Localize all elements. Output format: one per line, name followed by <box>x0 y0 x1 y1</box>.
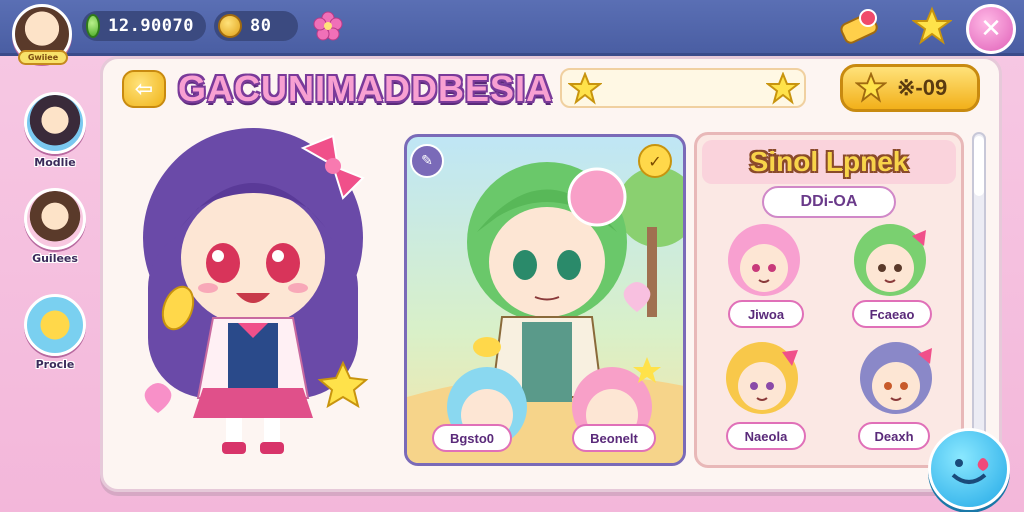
ticket-icon[interactable] <box>838 6 882 46</box>
avatar-badge: Gwiiee <box>18 50 68 65</box>
star-icon <box>568 72 602 105</box>
top-bar: Gwiiee 12.90070 80 ✕ <box>0 0 1024 65</box>
hero-character[interactable] <box>118 118 388 468</box>
star-progress-bar <box>560 68 806 108</box>
character-name-tag: Beonelt <box>572 424 656 452</box>
sidebar-item-label: Procle <box>35 358 75 371</box>
roster-name-tag: Naeola <box>726 422 806 450</box>
roster-character-2[interactable] <box>850 222 930 302</box>
sidebar-item-label: Guilees <box>32 252 78 265</box>
sidebar-item-guilds[interactable]: Guilees <box>20 188 90 265</box>
gem-value: 12.90070 <box>108 16 194 36</box>
roster-name-tag: Deaxh <box>858 422 930 450</box>
profile-icon <box>24 294 86 356</box>
tag-icon[interactable]: ✎ <box>410 144 444 178</box>
back-button[interactable]: ⇦ <box>122 70 166 108</box>
coin-counter[interactable]: 80 <box>214 11 298 41</box>
roster-name-tag: Jiwoa <box>728 300 804 328</box>
gem-counter[interactable]: 12.90070 <box>82 11 206 41</box>
back-arrow-icon: ⇦ <box>134 76 154 102</box>
star-icon <box>766 72 800 105</box>
roster-character-4[interactable] <box>856 340 936 420</box>
close-button[interactable]: ✕ <box>966 4 1016 54</box>
close-icon: ✕ <box>980 14 1002 44</box>
reward-button[interactable]: ※-09 <box>840 64 980 112</box>
roster-character-3[interactable] <box>722 340 802 420</box>
roster-subtitle: DDi-OA <box>762 186 896 218</box>
roster-name-tag: Fcaeao <box>852 300 932 328</box>
sidebar-item-profile[interactable]: Procle <box>20 294 90 371</box>
coin-value: 80 <box>250 16 272 36</box>
chat-bubble-icon <box>951 458 989 484</box>
sidebar-item-label: Modlie <box>34 156 76 169</box>
featured-character-card[interactable] <box>404 134 686 466</box>
reward-value: ※-09 <box>897 75 948 100</box>
scrollbar-thumb[interactable] <box>974 136 984 196</box>
guild-icon <box>24 188 86 250</box>
flower-icon[interactable] <box>312 10 344 42</box>
star-icon <box>855 72 887 103</box>
chat-button[interactable] <box>928 428 1010 510</box>
page-title: GACUNIMADDBESIA <box>178 68 553 109</box>
sidebar-item-mode[interactable]: Modlie <box>20 92 90 169</box>
roster-character-1[interactable] <box>724 222 804 302</box>
character-name-tag: Bgsto0 <box>432 424 512 452</box>
character-icon <box>24 92 86 154</box>
roster-title: Sinol Lpnek <box>702 140 956 184</box>
coin-icon <box>218 14 242 38</box>
gem-icon <box>86 14 101 38</box>
featured-character-art <box>407 162 683 463</box>
check-icon[interactable]: ✓ <box>638 144 672 178</box>
star-icon[interactable] <box>912 6 952 46</box>
